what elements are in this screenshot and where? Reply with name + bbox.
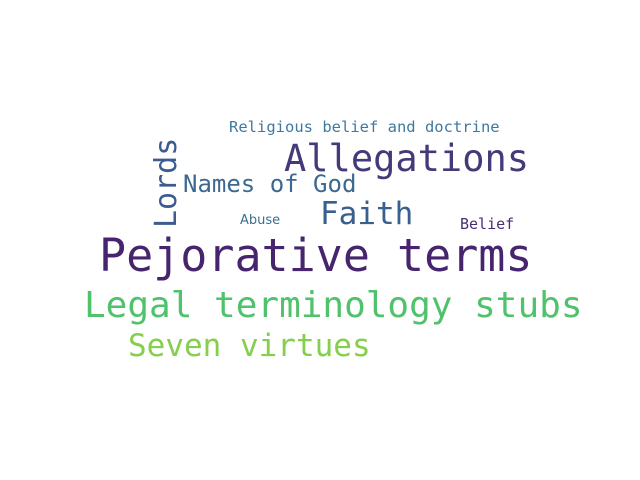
word-names-of-god: Names of God xyxy=(183,170,357,198)
word-abuse: Abuse xyxy=(240,213,281,228)
word-pejorative-terms: Pejorative terms xyxy=(99,229,533,282)
word-cloud: Religious belief and doctrine Allegation… xyxy=(0,0,640,480)
word-religious-belief-and-doctrine: Religious belief and doctrine xyxy=(229,118,500,136)
word-lords: Lords xyxy=(149,137,184,228)
word-seven-virtues: Seven virtues xyxy=(128,328,371,364)
word-legal-terminology-stubs: Legal terminology stubs xyxy=(84,285,583,326)
word-faith: Faith xyxy=(320,196,414,232)
